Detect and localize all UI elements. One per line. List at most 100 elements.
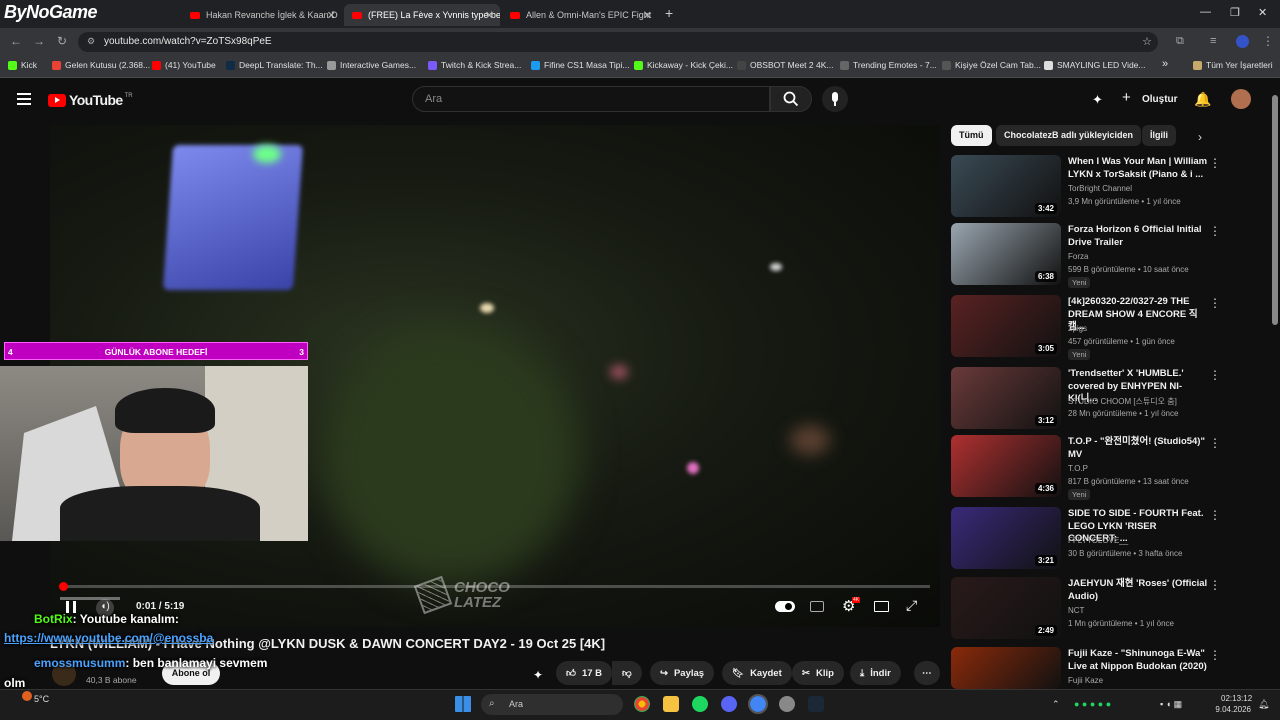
video-thumbnail[interactable]: 2:49 [951, 577, 1061, 639]
video-channel[interactable]: TorBright Channel [1068, 184, 1132, 193]
site-info-icon[interactable]: ⚙ [87, 36, 95, 47]
filter-chip-uploader[interactable]: ChocolatezB adlı yükleyiciden [996, 125, 1142, 146]
video-thumbnail[interactable] [951, 647, 1061, 689]
video-title[interactable]: JAEHYUN 재현 'Roses' (Official Audio) [1068, 578, 1208, 603]
bookmark-item[interactable]: OBSBOT Meet 2 4K... [737, 60, 833, 70]
video-thumbnail[interactable]: 3:21 [951, 507, 1061, 569]
dislike-button[interactable]: 👎︎ [612, 661, 642, 685]
download-button[interactable]: ⤓ İndir [850, 661, 901, 685]
close-tab-icon[interactable]: ✕ [643, 9, 652, 22]
more-bookmarks-icon[interactable]: » [1162, 58, 1168, 70]
all-bookmarks[interactable]: Tüm Yer İşaretleri [1193, 60, 1273, 70]
video-menu-icon[interactable]: ⋮ [1209, 508, 1221, 522]
tray-overflow-icon[interactable]: ⌃ [1052, 699, 1060, 710]
obs-icon[interactable] [779, 696, 795, 712]
video-menu-icon[interactable]: ⋮ [1209, 156, 1221, 170]
clock-date[interactable]: 9.04.2026 [1213, 705, 1251, 714]
bookmark-item[interactable]: DeepL Translate: Th... [226, 60, 323, 70]
video-title[interactable]: [4k]260320-22/0327-29 THE DREAM SHOW 4 E… [1068, 296, 1208, 334]
close-window-icon[interactable]: ✕ [1258, 6, 1267, 19]
video-channel[interactable]: Forza [1068, 252, 1088, 261]
file-explorer-icon[interactable] [663, 696, 679, 712]
minimize-icon[interactable]: — [1200, 6, 1211, 18]
cast-icon[interactable]: ✦ [1092, 92, 1103, 108]
like-button[interactable]: 👍︎ 17 B [556, 661, 612, 685]
save-button[interactable]: 🔖︎ Kaydet [722, 661, 792, 685]
video-thumbnail[interactable]: 6:38 [951, 223, 1061, 285]
video-channel[interactable]: T.O.P [1068, 464, 1088, 473]
filter-chip-related[interactable]: İlgili [1142, 125, 1176, 146]
video-channel[interactable]: FFLYTOLOVE__ [1068, 536, 1128, 545]
tray-system-icons[interactable]: ▪ ◖ ▦ [1160, 699, 1182, 710]
more-actions-button[interactable]: ⋯ [914, 661, 940, 685]
maximize-icon[interactable]: ❐ [1230, 6, 1240, 19]
bookmark-item[interactable]: Fifine CS1 Masa Tipi... [531, 60, 630, 70]
windows-start-icon[interactable] [455, 696, 471, 712]
clip-button[interactable]: ✂ Klip [792, 661, 844, 685]
back-icon[interactable]: ← [10, 34, 22, 48]
tab-2[interactable]: Allen & Omni-Man's EPIC Fight ✕ [502, 4, 658, 26]
subtitles-icon[interactable] [810, 601, 824, 612]
video-menu-icon[interactable]: ⋮ [1209, 578, 1221, 592]
profile-avatar[interactable] [1236, 35, 1249, 48]
close-tab-icon[interactable]: ✕ [327, 9, 336, 22]
steam-icon[interactable] [808, 696, 824, 712]
video-channel[interactable]: Fujii Kaze [1068, 676, 1103, 685]
weather-temp[interactable]: 5°C [34, 694, 49, 704]
bookmark-star-icon[interactable]: ☆ [1142, 35, 1152, 48]
address-bar[interactable]: ⚙ youtube.com/watch?v=ZoTSx98qPeE ☆ [78, 32, 1158, 52]
video-title[interactable]: When I Was Your Man | William LYKN x Tor… [1068, 156, 1208, 181]
progress-knob[interactable] [58, 582, 68, 591]
notification-icon[interactable]: 🔔︎ [1258, 699, 1269, 710]
notifications-bell-icon[interactable]: 🔔 [1194, 91, 1211, 108]
account-avatar[interactable] [1231, 89, 1251, 109]
reading-list-icon[interactable]: ≡ [1210, 35, 1216, 47]
discord-icon[interactable] [721, 696, 737, 712]
fullscreen-icon[interactable]: ⤢ [906, 597, 917, 614]
new-tab-icon[interactable]: + [665, 5, 673, 21]
forward-icon[interactable]: → [33, 34, 45, 48]
clock-time[interactable]: 02:13:12 [1221, 694, 1252, 703]
browser-menu-icon[interactable]: ⋮ [1262, 34, 1274, 48]
theater-mode-icon[interactable] [874, 601, 889, 612]
reload-icon[interactable]: ↻ [57, 34, 67, 48]
chips-next-icon[interactable]: › [1198, 130, 1202, 144]
bookmark-item[interactable]: Interactive Games... [327, 60, 416, 70]
video-menu-icon[interactable]: ⋮ [1209, 224, 1221, 238]
bookmark-item[interactable]: Gelen Kutusu (2.368... [52, 60, 150, 70]
bookmark-item[interactable]: (41) YouTube [152, 60, 216, 70]
filter-chip-all[interactable]: Tümü [951, 125, 992, 146]
video-channel[interactable]: 2pigs [1068, 324, 1087, 333]
taskbar-search[interactable]: ⌕ Ara [481, 694, 623, 715]
spotify-icon[interactable] [692, 696, 708, 712]
bookmark-item[interactable]: Kickaway - Kick Çeki... [634, 60, 733, 70]
create-button[interactable]: + Oluştur [1118, 87, 1178, 113]
share-button[interactable]: ↪ Paylaş [650, 661, 715, 685]
video-title[interactable]: Fujii Kaze - "Shinunoga E-Wa" Live at Ni… [1068, 648, 1208, 673]
video-menu-icon[interactable]: ⋮ [1209, 648, 1221, 662]
bookmark-item[interactable]: SMAYLING LED Vide... [1044, 60, 1146, 70]
tray-app-icons[interactable]: ● ● ● ● ● [1074, 699, 1111, 709]
video-title[interactable]: T.O.P - "완전미쳤어! (Studio54)" MV [1068, 436, 1208, 461]
video-channel[interactable]: STUDIO CHOOM [스튜디오 춤] [1068, 396, 1177, 407]
autoplay-toggle[interactable] [775, 601, 795, 612]
youtube-logo[interactable]: YouTube TR [48, 92, 133, 108]
video-thumbnail[interactable]: 3:12 [951, 367, 1061, 429]
bookmark-item[interactable]: Twitch & Kick Strea... [428, 60, 521, 70]
video-thumbnail[interactable]: 4:36 [951, 435, 1061, 497]
chrome-active-icon[interactable] [748, 694, 768, 714]
tab-1-active[interactable]: (FREE) La Fève x Yvnnis type be ✕ [344, 4, 500, 26]
video-menu-icon[interactable]: ⋮ [1209, 296, 1221, 310]
video-menu-icon[interactable]: ⋮ [1209, 368, 1221, 382]
video-title[interactable]: Forza Horizon 6 Official Initial Drive T… [1068, 224, 1208, 249]
chrome-icon[interactable] [634, 696, 650, 712]
progress-bar[interactable] [58, 582, 930, 591]
video-menu-icon[interactable]: ⋮ [1209, 436, 1221, 450]
bookmark-item[interactable]: Kick [8, 60, 37, 70]
search-button[interactable] [770, 86, 812, 112]
bookmark-item[interactable]: Trending Emotes - 7... [840, 60, 937, 70]
page-scrollbar[interactable] [1272, 95, 1278, 325]
video-channel[interactable]: NCT [1068, 606, 1084, 615]
ask-ai-icon[interactable]: ✦ [533, 668, 543, 682]
video-thumbnail[interactable]: 3:05 [951, 295, 1061, 357]
